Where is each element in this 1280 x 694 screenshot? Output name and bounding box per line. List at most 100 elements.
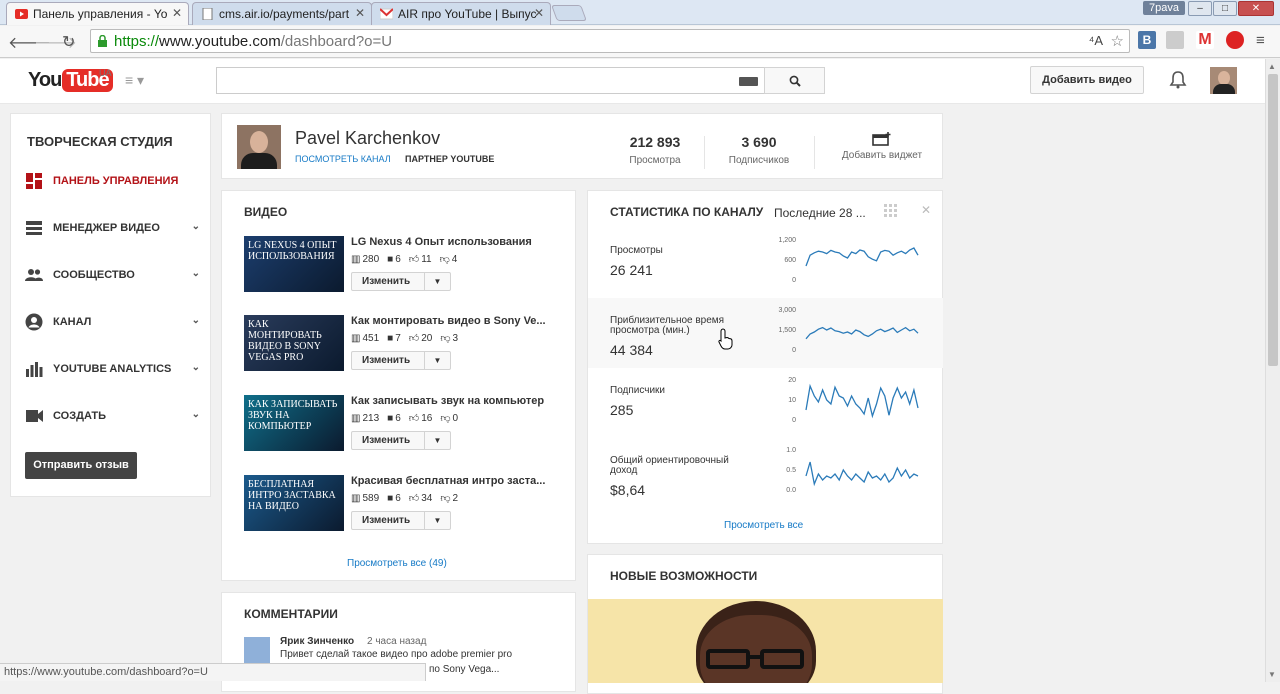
browser-tab-gmail[interactable]: AIR про YouTube | Выпус ✕ [371, 2, 551, 25]
views-stat: ▥ 451 [351, 333, 379, 344]
add-widget-label: Добавить виджет [841, 150, 923, 161]
edit-video-button[interactable]: Изменить ▼ [351, 351, 451, 370]
video-thumbnail[interactable]: БЕСПЛАТНАЯ ИНТРО ЗАСТАВКА НА ВИДЕО [244, 475, 344, 531]
see-all-videos-link[interactable]: Просмотреть все (49) [347, 558, 447, 569]
send-feedback-button[interactable]: Отправить отзыв [25, 452, 137, 479]
edit-dropdown-chevron-icon[interactable]: ▼ [424, 352, 450, 369]
sidebar-item-channel[interactable]: КАНАЛ ⌄ [25, 312, 200, 332]
sidebar-item-video-manager[interactable]: МЕНЕДЖЕР ВИДЕО ⌄ [25, 218, 200, 238]
new-features-image[interactable] [588, 599, 943, 683]
comment-icon: ■ [387, 492, 394, 504]
address-bar[interactable]: https://www.youtube.com/dashboard?o=U ⁴A… [90, 29, 1130, 53]
sidebar-item-analytics[interactable]: YOUTUBE ANALYTICS ⌄ [25, 359, 200, 379]
thumbs-up-icon: 👍︎ [408, 254, 420, 265]
edit-video-button[interactable]: Изменить ▼ [351, 511, 451, 530]
views-count: 589 [362, 492, 380, 504]
subscribers-label: Подписчиков [728, 155, 790, 166]
channel-icon [25, 313, 43, 331]
maximize-button[interactable]: □ [1213, 1, 1237, 16]
new-tab-button[interactable] [551, 5, 587, 21]
logo-text-you: You [28, 68, 62, 91]
edit-video-button[interactable]: Изменить ▼ [351, 431, 451, 450]
comment-time: 2 часа назад [367, 636, 427, 647]
video-title[interactable]: Как записывать звук на компьютер [351, 395, 544, 407]
sidebar-item-create[interactable]: СОЗДАТЬ ⌄ [25, 406, 200, 426]
views-stat: ▥ 213 [351, 413, 379, 424]
video-title[interactable]: LG Nexus 4 Опыт использования [351, 236, 532, 248]
chevron-down-icon[interactable]: ⌄ [192, 409, 200, 420]
edit-dropdown-chevron-icon[interactable]: ▼ [424, 512, 450, 529]
extension-icon[interactable] [1166, 31, 1184, 49]
thumbs-up-icon: 👍︎ [408, 333, 420, 344]
edit-video-button[interactable]: Изменить ▼ [351, 272, 451, 291]
metric-watch-time[interactable]: Приблизительное время просмотра (мин.) 4… [588, 298, 943, 368]
views-count: 213 [362, 412, 380, 424]
gmail-extension-icon[interactable]: M [1196, 31, 1214, 49]
scroll-down-arrow-icon[interactable]: ▼ [1268, 670, 1276, 679]
chevron-down-icon[interactable]: ⌄ [192, 221, 200, 232]
comments-card-title: КОММЕНТАРИИ [244, 607, 338, 621]
video-title[interactable]: Как монтировать видео в Sony Ve... [351, 315, 546, 327]
drag-handle-icon[interactable] [884, 204, 898, 218]
thumbs-up-icon: 👍︎ [408, 493, 420, 504]
vk-extension-icon[interactable]: В [1138, 31, 1156, 49]
sparkline-series [805, 247, 919, 267]
sidebar-item-label: ПАНЕЛЬ УПРАВЛЕНИЯ [53, 175, 179, 187]
scroll-up-arrow-icon[interactable]: ▲ [1268, 62, 1276, 71]
add-widget-button[interactable]: Добавить виджет [822, 132, 942, 161]
axis-tick-label: 1.0 [786, 447, 796, 454]
edit-label: Изменить [362, 515, 411, 526]
comment-icon: ■ [387, 332, 394, 344]
notifications-bell-icon[interactable] [1168, 70, 1188, 90]
translate-icon[interactable]: ⁴A [1089, 33, 1103, 48]
menu-icon[interactable]: ≡ [1256, 32, 1265, 49]
reload-icon[interactable]: ↻ [62, 32, 75, 52]
search-input[interactable] [216, 67, 765, 94]
metric-subscribers[interactable]: Подписчики 285 20 10 0 [588, 368, 943, 438]
chevron-down-icon[interactable]: ⌄ [192, 315, 200, 326]
video-title[interactable]: Красивая бесплатная интро заста... [351, 475, 545, 487]
metric-label: Общий ориентировочный доход [610, 455, 729, 476]
video-thumbnail[interactable]: LG NEXUS 4 ОПЫТ ИСПОЛЬЗОВАНИЯ [244, 236, 344, 292]
view-channel-link[interactable]: ПОСМОТРЕТЬ КАНАЛ [295, 154, 391, 164]
browser-profile-name[interactable]: 7pava [1143, 1, 1185, 15]
sidebar-item-dashboard[interactable]: ПАНЕЛЬ УПРАВЛЕНИЯ [25, 171, 200, 191]
sparkline-watch-time [805, 326, 919, 340]
gmail-icon [380, 8, 393, 20]
see-all-analytics-link[interactable]: Просмотреть все [724, 520, 803, 531]
scrollbar-thumb[interactable] [1268, 74, 1278, 366]
comments-count: 6 [395, 253, 401, 265]
guide-menu-icon[interactable]: ≡ ▾ [125, 72, 144, 89]
edit-dropdown-chevron-icon[interactable]: ▼ [424, 273, 450, 290]
user-avatar[interactable] [1210, 67, 1237, 94]
sidebar-item-community[interactable]: СООБЩЕСТВО ⌄ [25, 265, 200, 285]
search-button[interactable] [764, 67, 825, 94]
bookmark-star-icon[interactable]: ☆ [1111, 32, 1124, 50]
tab-close-icon[interactable]: ✕ [355, 6, 365, 20]
comment-author[interactable]: Ярик Зинченко [280, 636, 354, 647]
browser-tab-dashboard[interactable]: Панель управления - Yo ✕ [6, 2, 189, 25]
close-window-button[interactable]: ✕ [1238, 1, 1274, 16]
channel-avatar[interactable] [237, 125, 281, 169]
metric-revenue[interactable]: Общий ориентировочный доход $8,64 1.0 0.… [588, 438, 943, 508]
chevron-down-icon[interactable]: ⌄ [192, 268, 200, 279]
edit-dropdown-chevron-icon[interactable]: ▼ [424, 432, 450, 449]
browser-tab-payments[interactable]: cms.air.io/payments/part ✕ [192, 2, 372, 25]
sidebar-item-label: СОЗДАТЬ [53, 410, 106, 422]
chevron-down-icon[interactable]: ⌄ [192, 362, 200, 373]
close-icon[interactable]: ✕ [921, 203, 931, 217]
metric-views[interactable]: Просмотры 26 241 1,200 600 0 [588, 228, 943, 298]
upload-button[interactable]: Добавить видео [1030, 66, 1144, 94]
video-thumbnail[interactable]: КАК ЗАПИСЫВАТЬ ЗВУК НА КОМПЬЮТЕР [244, 395, 344, 451]
commenter-avatar[interactable] [244, 637, 270, 663]
tab-close-icon[interactable]: ✕ [534, 6, 544, 20]
video-thumbnail[interactable]: КАК МОНТИРОВАТЬ ВИДЕО В SONY VEGAS PRO [244, 315, 344, 371]
views-count: 280 [362, 253, 380, 265]
comment-text-2: по Sony Vega... [429, 664, 500, 675]
keyboard-icon[interactable] [739, 77, 758, 86]
minimize-button[interactable]: – [1188, 1, 1212, 16]
tab-close-icon[interactable]: ✕ [172, 6, 182, 20]
record-extension-icon[interactable] [1226, 31, 1244, 49]
views-label: Просмотра [629, 155, 681, 166]
views-stat: 212 893 Просмотра [605, 134, 705, 166]
